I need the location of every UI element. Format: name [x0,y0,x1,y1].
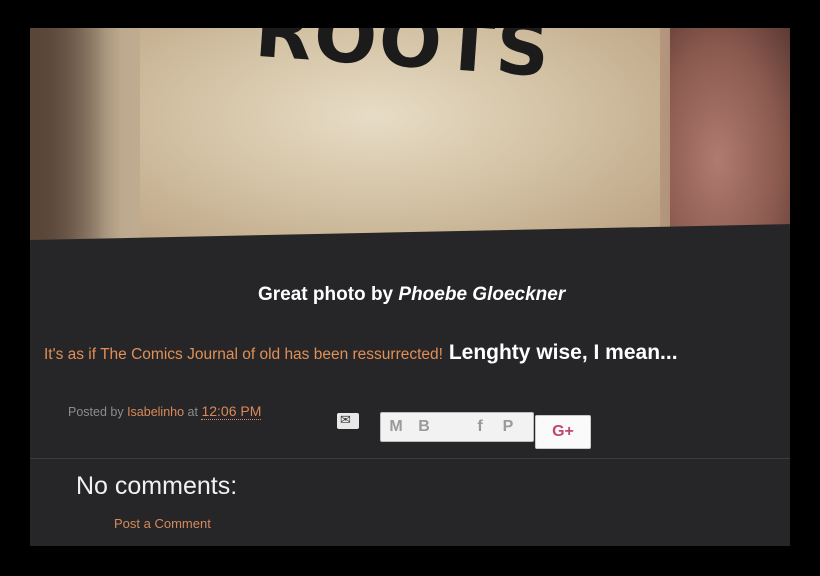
post-comment-link[interactable]: Post a Comment [114,516,211,531]
caption-prefix: Great photo by [258,284,399,305]
timestamp-link[interactable]: 12:06 PM [201,403,262,420]
photo-frame: ROOTS Great photo by Phoebe Gloeckner It… [0,0,820,576]
divider [30,458,790,459]
pinterest-icon[interactable]: P [497,417,519,437]
blogger-icon[interactable]: B [413,417,435,437]
post-photo: ROOTS [30,28,790,248]
envelope-arrow-icon: ✉ [340,412,351,427]
post-body: It's as if The Comics Journal of old has… [44,341,678,365]
gmail-icon[interactable]: M [385,417,407,437]
arm-image [670,28,790,248]
comments-title: No comments: [76,472,238,500]
post-body-orange: It's as if The Comics Journal of old has… [44,346,443,363]
photo-shadow [30,28,105,248]
caption-author: Phoebe Gloeckner [398,284,566,305]
post-footer: Posted by Isabelinho at 12:06 PM [68,403,262,420]
google-plus-button[interactable]: G+ [535,415,591,449]
post-body-white: Lenghty wise, I mean... [442,341,678,364]
email-post-button[interactable]: ✉ [337,412,359,429]
photo-caption: Great photo by Phoebe Gloeckner [258,284,565,306]
at-label: at [184,405,202,419]
blog-screen: ROOTS Great photo by Phoebe Gloeckner It… [30,28,790,546]
posted-by-label: Posted by [68,405,128,419]
share-buttons: M B f P [380,412,534,442]
author-link[interactable]: Isabelinho [127,405,184,419]
facebook-icon[interactable]: f [469,417,491,437]
twitter-icon[interactable] [441,417,463,437]
